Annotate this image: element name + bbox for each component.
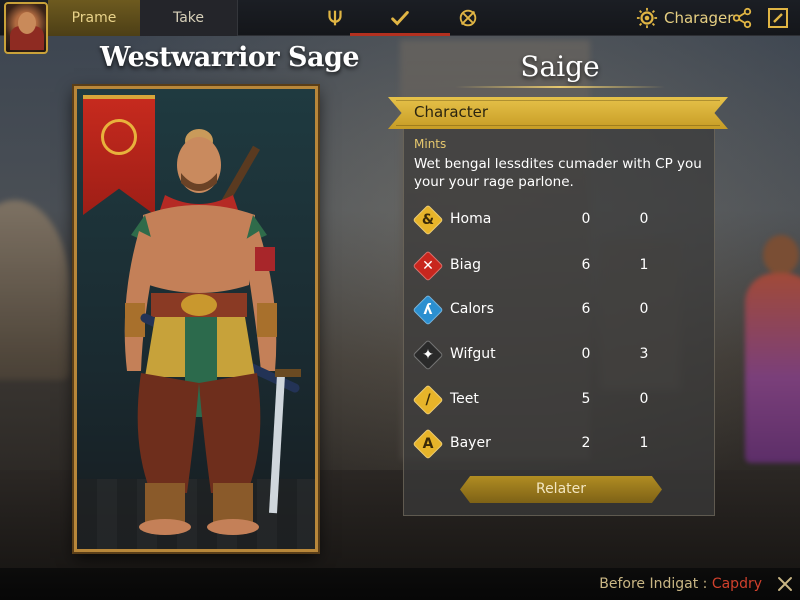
stat-row[interactable]: & Homa 0 0	[412, 204, 704, 236]
close-icon[interactable]	[776, 575, 794, 593]
user-button[interactable]: Charager	[636, 0, 733, 36]
stat-row[interactable]: ✕ Biag 6 1	[412, 250, 704, 282]
stat-value-1: 5	[581, 391, 591, 407]
tab-take[interactable]: Take	[140, 0, 238, 36]
stat-name: Teet	[450, 391, 479, 407]
stat-value-2: 0	[639, 391, 649, 407]
dark-diamond-icon: ✦	[412, 339, 444, 371]
stat-value-2: 3	[639, 346, 649, 362]
avatar[interactable]	[4, 2, 48, 54]
stat-value-1: 0	[581, 346, 591, 362]
check-icon[interactable]	[350, 0, 450, 36]
character-card	[74, 86, 318, 552]
swords-emblem-icon[interactable]	[438, 0, 498, 36]
stat-value-2: 1	[639, 435, 649, 451]
background-urn	[0, 200, 70, 380]
sun-gear-icon	[636, 7, 658, 29]
hero-name: Westwarrior Sage	[100, 42, 360, 73]
trident-icon[interactable]	[305, 0, 365, 36]
stat-name: Homa	[450, 211, 492, 227]
stat-value-2: 1	[639, 257, 649, 273]
stat-value-1: 0	[581, 211, 591, 227]
rune-diamond-icon: ʎ	[412, 294, 444, 326]
panel-header: Character	[388, 97, 728, 129]
stat-name: Wifgut	[450, 346, 496, 362]
stat-name: Biag	[450, 257, 481, 273]
stat-name: Bayer	[450, 435, 491, 451]
stat-value-1: 2	[581, 435, 591, 451]
stat-row[interactable]: A Bayer 2 1	[412, 428, 704, 460]
footer-accent[interactable]: Capdry	[712, 576, 762, 592]
stat-value-1: 6	[581, 301, 591, 317]
warrior-figure	[124, 129, 301, 535]
stat-row[interactable]: ✦ Wifgut 0 3	[412, 339, 704, 371]
background-npc	[735, 235, 800, 465]
footer-text: Before Indigat : Capdry	[599, 576, 762, 592]
share-icon[interactable]	[731, 7, 753, 29]
panel-description: Wet bengal lessdites cumader with CP you…	[414, 156, 702, 190]
tab-prame[interactable]: Prame	[48, 0, 140, 36]
footer-label: Before Indigat :	[599, 576, 712, 592]
footer: Before Indigat : Capdry	[0, 568, 800, 600]
a-diamond-icon: A	[412, 428, 444, 460]
panel-subheading: Mints	[414, 137, 447, 151]
relater-button[interactable]: Relater	[460, 476, 662, 503]
stat-row[interactable]: ʎ Calors 6 0	[412, 294, 704, 326]
cross-diamond-icon: ✕	[412, 250, 444, 282]
title-divider	[455, 86, 665, 88]
edit-icon[interactable]	[766, 6, 790, 30]
stat-value-2: 0	[639, 211, 649, 227]
stat-value-2: 0	[639, 301, 649, 317]
panel-header-title: Character	[414, 103, 489, 121]
class-title: Saige	[520, 50, 600, 83]
slash-diamond-icon: /	[412, 384, 444, 416]
stat-value-1: 6	[581, 257, 591, 273]
stat-row[interactable]: / Teet 5 0	[412, 384, 704, 416]
user-label: Charager	[664, 9, 734, 27]
ampersand-diamond-icon: &	[412, 204, 444, 236]
top-bar: Prame Take Charager	[0, 0, 800, 36]
stat-name: Calors	[450, 301, 494, 317]
